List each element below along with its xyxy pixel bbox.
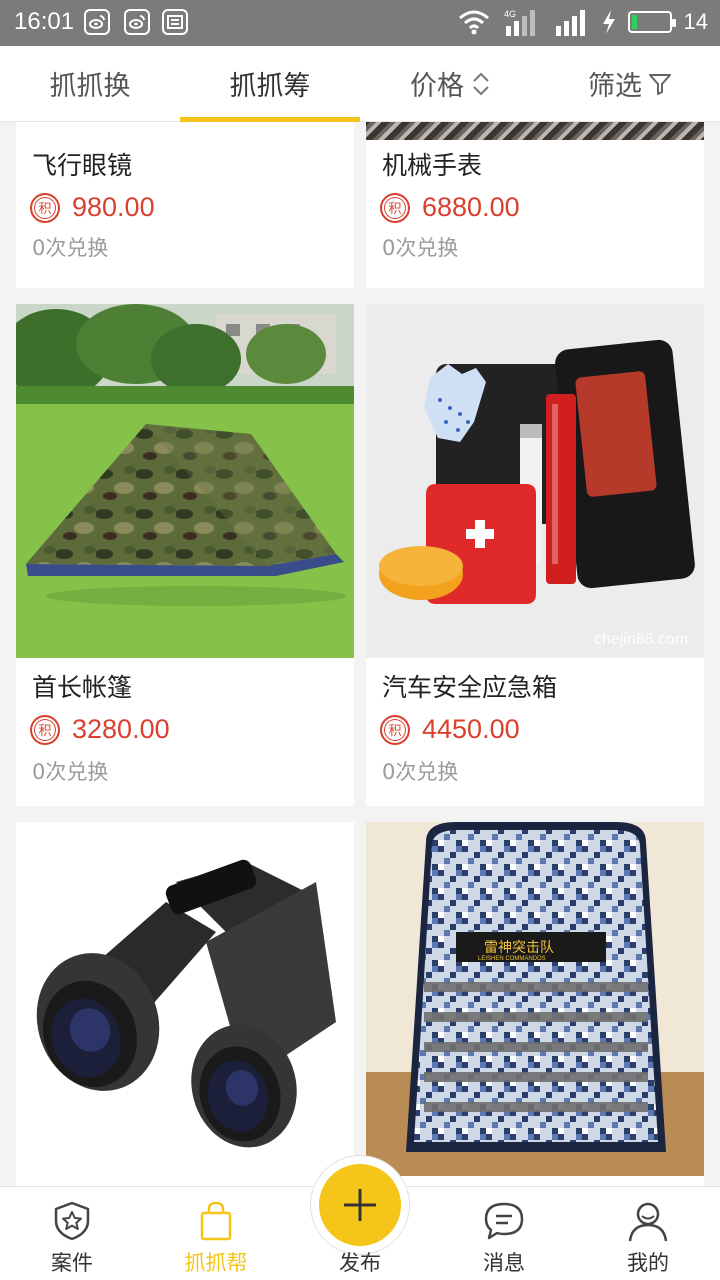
tab-label: 抓抓筹 bbox=[229, 71, 311, 102]
nav-label-publish: 发布 bbox=[339, 1251, 381, 1275]
nav-item-zhuazhuabang[interactable]: 抓抓帮 bbox=[156, 1187, 276, 1280]
product-image-watch bbox=[366, 122, 704, 140]
status-bar: 16:01 4G 14 bbox=[0, 0, 720, 46]
product-grid: 飞行眼镜 积 980.00 0次兑换 机械手表 积 6880.00 0次兑换 首… bbox=[0, 122, 720, 1186]
cell-signal-icon bbox=[555, 10, 585, 36]
product-name: 汽车安全应急箱 bbox=[382, 673, 558, 702]
wifi-icon bbox=[458, 10, 489, 35]
nav-label: 抓抓帮 bbox=[184, 1251, 248, 1275]
tab-label: 抓抓换 bbox=[49, 71, 131, 102]
price-row: 积 3280.00 bbox=[30, 714, 170, 745]
filter-funnel-icon bbox=[649, 73, 671, 95]
battery-percent: 14 bbox=[683, 9, 708, 34]
nav-label: 我的 bbox=[627, 1251, 669, 1275]
product-price: 3280.00 bbox=[72, 714, 170, 744]
product-price: 4450.00 bbox=[422, 714, 520, 744]
tab-zhuazhuachou[interactable]: 抓抓筹 bbox=[180, 46, 360, 122]
nav-item-cases[interactable]: 案件 bbox=[12, 1187, 132, 1280]
weibo-notification-icon bbox=[124, 9, 150, 35]
points-badge-icon: 积 bbox=[30, 192, 60, 223]
backpack-patch-text: 雷神突击队 bbox=[484, 940, 554, 956]
news-notification-icon bbox=[162, 9, 188, 35]
price-row: 积 6880.00 bbox=[380, 192, 520, 223]
cell-signal-4g-icon: 4G bbox=[504, 9, 535, 36]
exchange-count: 0次兑换 bbox=[382, 760, 459, 784]
exchange-count: 0次兑换 bbox=[32, 760, 109, 784]
tab-zhuazhuahuan[interactable]: 抓抓换 bbox=[0, 46, 180, 121]
product-card[interactable]: 雷神突击队 LEISHEN COMMANDOS bbox=[366, 822, 704, 1186]
tab-price-sort[interactable]: 价格 bbox=[360, 46, 540, 121]
product-card[interactable]: 机械手表 积 6880.00 0次兑换 bbox=[366, 122, 704, 288]
product-name: 机械手表 bbox=[382, 151, 483, 180]
emergency-kit-watermark: chejin88.com bbox=[594, 631, 688, 648]
shopping-bag-icon bbox=[200, 1201, 232, 1241]
sort-arrows-icon bbox=[472, 72, 490, 96]
plus-icon bbox=[344, 1189, 376, 1221]
tab-label: 筛选 bbox=[588, 71, 642, 102]
product-image-backpack: 雷神突击队 LEISHEN COMMANDOS bbox=[366, 822, 704, 1176]
product-image-emergency-kit: chejin88.com bbox=[366, 304, 704, 658]
battery-icon bbox=[627, 11, 676, 33]
person-icon bbox=[628, 1202, 668, 1242]
product-card[interactable]: chejin88.com 汽车安全应急箱 积 4450.00 0次兑换 bbox=[366, 304, 704, 806]
product-price: 6880.00 bbox=[422, 192, 520, 222]
points-badge-icon: 积 bbox=[380, 714, 410, 745]
status-time: 16:01 bbox=[14, 8, 75, 35]
status-icons: 4G 14 bbox=[458, 6, 708, 38]
product-card[interactable] bbox=[16, 822, 354, 1186]
shield-star-icon bbox=[54, 1201, 90, 1241]
product-image-tent bbox=[16, 304, 354, 658]
tab-filter[interactable]: 筛选 bbox=[540, 46, 720, 121]
product-price: 980.00 bbox=[72, 192, 155, 222]
product-name: 首长帐篷 bbox=[32, 673, 133, 702]
price-row: 积 4450.00 bbox=[380, 714, 520, 745]
publish-fab[interactable] bbox=[310, 1155, 410, 1255]
top-tab-bar: 抓抓换 抓抓筹 价格 筛选 bbox=[0, 46, 720, 122]
weibo-notification-icon bbox=[84, 9, 110, 35]
nav-item-messages[interactable]: 消息 bbox=[444, 1187, 564, 1280]
product-card[interactable]: 首长帐篷 积 3280.00 0次兑换 bbox=[16, 304, 354, 806]
charging-bolt-icon bbox=[602, 10, 615, 34]
publish-fab-circle[interactable] bbox=[319, 1164, 401, 1246]
product-card[interactable]: 飞行眼镜 积 980.00 0次兑换 bbox=[16, 122, 354, 288]
tab-label: 价格 bbox=[410, 71, 464, 102]
bottom-nav: 案件 抓抓帮 发布 消息 我的 bbox=[0, 1155, 720, 1280]
network-type: 4G bbox=[504, 9, 516, 19]
product-name: 飞行眼镜 bbox=[32, 151, 133, 180]
nav-label: 案件 bbox=[51, 1251, 93, 1275]
price-row: 积 980.00 bbox=[30, 192, 155, 223]
points-badge-icon: 积 bbox=[380, 192, 410, 223]
nav-item-mine[interactable]: 我的 bbox=[588, 1187, 708, 1280]
points-badge-icon: 积 bbox=[30, 714, 60, 745]
backpack-patch-subtext: LEISHEN COMMANDOS bbox=[478, 956, 546, 962]
exchange-count: 0次兑换 bbox=[382, 236, 459, 260]
nav-label: 消息 bbox=[483, 1251, 525, 1275]
product-image-binoculars bbox=[16, 822, 354, 1176]
exchange-count: 0次兑换 bbox=[32, 236, 109, 260]
chat-bubble-icon bbox=[484, 1202, 524, 1240]
